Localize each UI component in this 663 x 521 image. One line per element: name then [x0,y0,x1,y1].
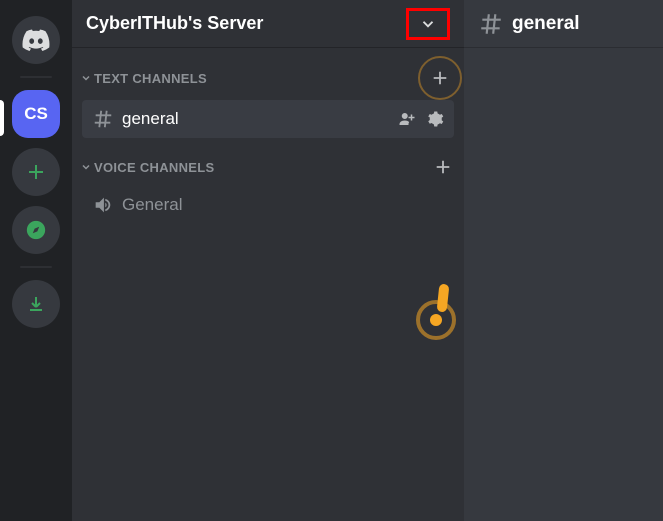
server-rail: CS [0,0,72,521]
add-server-button[interactable] [12,148,60,196]
add-voice-channel-button[interactable] [434,158,452,176]
category-toggle-text[interactable]: TEXT CHANNELS [80,71,207,86]
category-label: TEXT CHANNELS [94,71,207,86]
category-row-voice: VOICE CHANNELS [72,140,464,180]
gear-icon[interactable] [426,110,444,128]
server-name: CyberITHub's Server [86,13,263,34]
create-invite-icon[interactable] [398,110,416,128]
selected-server-indicator [0,100,4,136]
chat-area: general [464,0,663,521]
chevron-down-icon [419,15,437,33]
plus-icon [434,158,452,176]
chevron-down-icon [80,72,92,84]
category-row-text: TEXT CHANNELS [72,48,464,94]
channel-name: General [122,195,444,215]
chat-header: general [464,0,663,48]
hash-icon [478,11,504,37]
speaker-icon [92,194,114,216]
download-button[interactable] [12,280,60,328]
discord-logo-icon [22,29,50,51]
chevron-down-icon [80,161,92,173]
chat-channel-name: general [512,13,580,35]
text-channel-general[interactable]: general [82,100,454,138]
explore-button[interactable] [12,206,60,254]
channel-actions [398,110,444,128]
server-initials: CS [24,104,48,124]
download-icon [26,294,46,314]
plus-icon [26,162,46,182]
annotation-pointer [416,280,466,340]
compass-icon [25,219,47,241]
channel-name: general [122,109,390,129]
hash-icon [92,108,114,130]
server-pill-selected[interactable]: CS [12,90,60,138]
voice-channel-general[interactable]: General [82,186,454,224]
home-button[interactable] [12,16,60,64]
rail-separator [20,76,52,78]
add-text-channel-button[interactable] [428,66,452,90]
rail-separator [20,266,52,268]
server-dropdown-toggle[interactable] [406,8,450,40]
channel-sidebar: CyberITHub's Server TEXT CHANNELS genera… [72,0,464,521]
plus-icon [431,69,449,87]
category-label: VOICE CHANNELS [94,160,215,175]
category-toggle-voice[interactable]: VOICE CHANNELS [80,160,215,175]
server-header[interactable]: CyberITHub's Server [72,0,464,48]
